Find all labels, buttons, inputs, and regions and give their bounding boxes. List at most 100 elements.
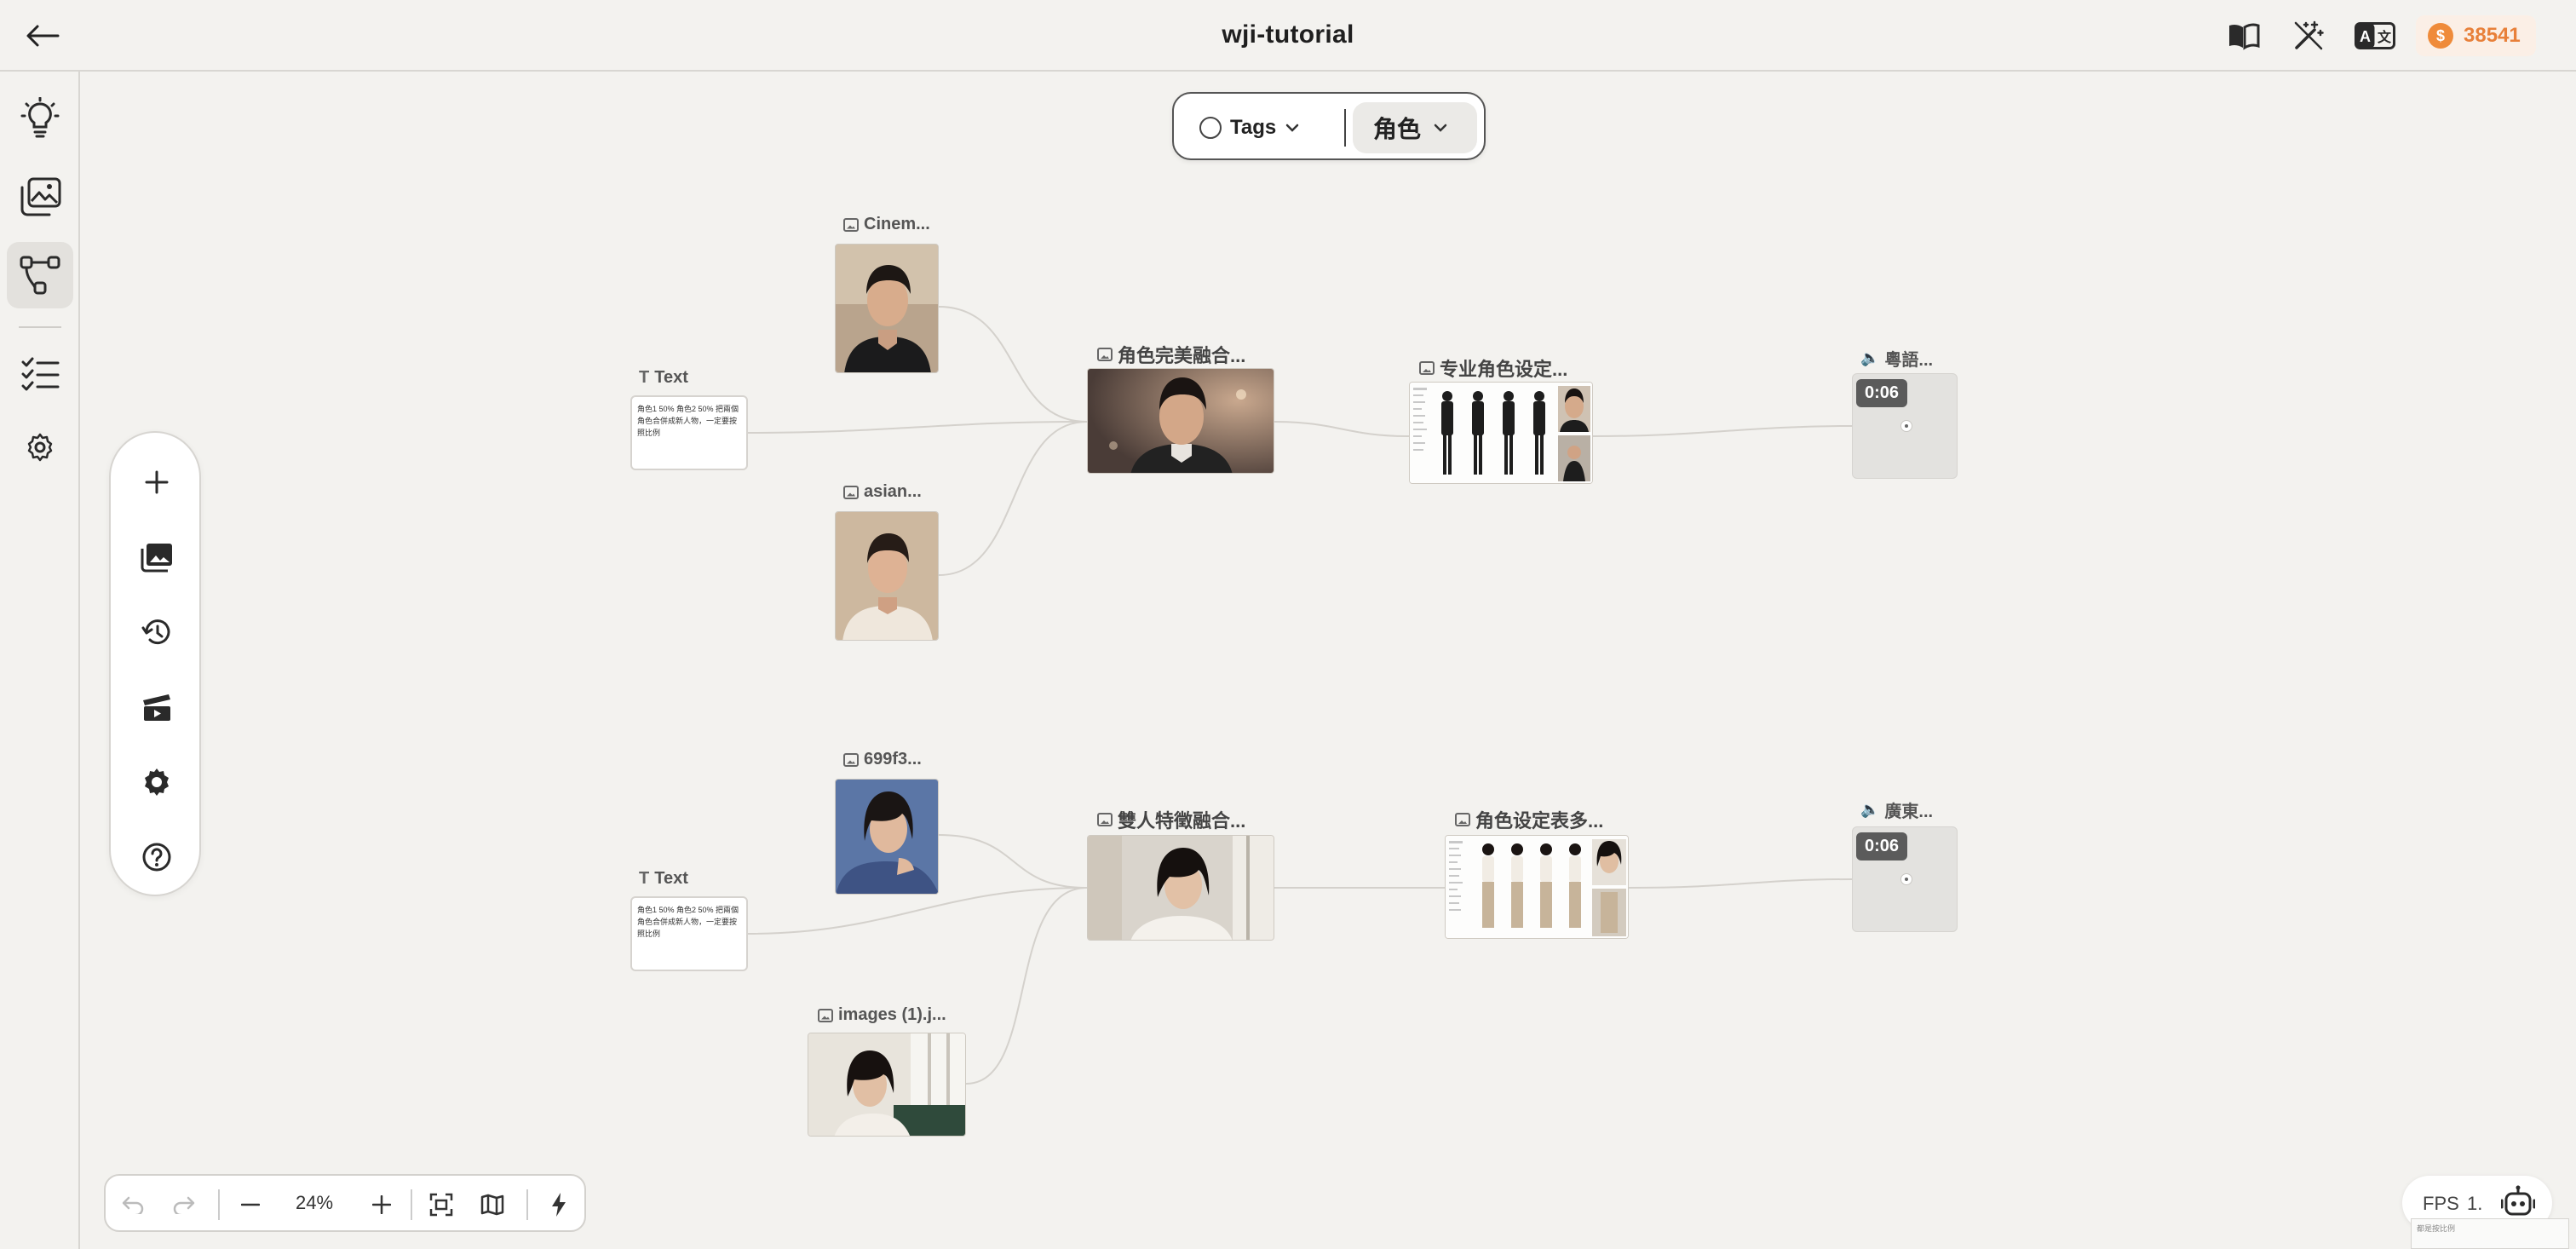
audio-node-2[interactable]: 0:06 xyxy=(1852,826,1958,932)
redo-icon xyxy=(173,1196,195,1214)
zoom-out-button[interactable] xyxy=(232,1186,269,1223)
rail-item-gallery[interactable] xyxy=(7,164,73,230)
character-sheet-image xyxy=(1446,836,1628,938)
portrait-man-sweater-image xyxy=(836,512,938,640)
node-label-audio-1[interactable]: 🔈 粵語... xyxy=(1860,346,1933,371)
magic-button[interactable] xyxy=(2288,17,2329,55)
minimap-button[interactable] xyxy=(474,1186,511,1223)
play-handle[interactable] xyxy=(1900,873,1912,885)
character-sheet-image xyxy=(1410,383,1592,483)
text-type-icon: T xyxy=(639,368,650,387)
gear-icon xyxy=(27,433,53,462)
rail-item-tasks[interactable] xyxy=(7,341,73,407)
toolbar-separator xyxy=(218,1189,220,1220)
tag-filter: Tags 角色 xyxy=(1172,92,1486,160)
image-node-699f3[interactable] xyxy=(835,779,939,895)
magic-wand-icon xyxy=(2294,20,2324,50)
rail-item-settings[interactable] xyxy=(7,414,73,481)
bottom-toolbar: 24% xyxy=(104,1174,586,1232)
svg-text:A: A xyxy=(2360,28,2371,45)
image-icon xyxy=(818,1008,833,1022)
image-icon xyxy=(1419,361,1435,375)
assistant-button[interactable] xyxy=(2489,1172,2547,1230)
lightning-icon xyxy=(552,1193,566,1217)
portrait-man-merged-image xyxy=(1088,369,1274,473)
lightbulb-icon xyxy=(20,97,60,138)
category-label: 角色 xyxy=(1373,116,1422,142)
node-label-cinem[interactable]: Cinem... xyxy=(843,215,930,234)
image-icon xyxy=(843,485,859,499)
toolbar-separator xyxy=(411,1189,412,1220)
text-node-1[interactable]: 角色1 50% 角色2 50% 把兩個角色合併成新人物，一定要按照比例 xyxy=(630,395,748,470)
tags-dropdown[interactable]: Tags xyxy=(1199,111,1300,145)
back-button[interactable] xyxy=(24,19,61,53)
play-handle[interactable] xyxy=(1900,420,1912,432)
text-node-2[interactable]: 角色1 50% 角色2 50% 把兩個角色合併成新人物，一定要按照比例 xyxy=(630,896,748,971)
zoom-in-button[interactable] xyxy=(363,1186,400,1223)
checklist-icon xyxy=(21,357,60,391)
toolbar-separator xyxy=(526,1189,528,1220)
history-button[interactable] xyxy=(129,605,184,659)
robot-icon xyxy=(2501,1185,2535,1216)
chevron-down-icon xyxy=(1434,124,1447,132)
plus-icon xyxy=(145,470,169,494)
speaker-icon: 🔈 xyxy=(1860,349,1880,366)
node-label-merge-1[interactable]: 角色完美融合... xyxy=(1097,341,1245,368)
text-type-icon: T xyxy=(639,869,650,888)
node-label-asian[interactable]: asian... xyxy=(843,482,922,502)
node-label-sheet-1[interactable]: 专业角色设定... xyxy=(1419,354,1567,382)
coin-count: 38541 xyxy=(2464,24,2521,47)
image-node-images1[interactable] xyxy=(808,1033,966,1137)
zoom-out-icon xyxy=(241,1203,260,1206)
audio-duration: 0:06 xyxy=(1856,832,1908,860)
undo-icon xyxy=(122,1196,144,1214)
help-icon xyxy=(142,843,171,872)
fit-view-button[interactable] xyxy=(423,1186,460,1223)
node-label-text-2[interactable]: T Text xyxy=(639,869,688,889)
image-icon xyxy=(1097,348,1113,361)
quick-action-button[interactable] xyxy=(540,1186,578,1223)
gallery-icon xyxy=(141,544,172,573)
node-label-sheet-2[interactable]: 角色设定表多... xyxy=(1455,806,1603,833)
image-node-merge-1[interactable] xyxy=(1087,368,1274,474)
help-button[interactable] xyxy=(129,830,184,884)
node-label-audio-2[interactable]: 🔈 廣東... xyxy=(1860,797,1933,822)
node-label-merge-2[interactable]: 雙人特徵融合... xyxy=(1097,806,1245,833)
category-dropdown[interactable]: 角色 xyxy=(1353,102,1477,153)
workflow-icon xyxy=(20,256,60,295)
docs-button[interactable] xyxy=(2223,17,2264,55)
image-node-merge-2[interactable] xyxy=(1087,835,1274,941)
settings-button[interactable] xyxy=(129,755,184,809)
image-node-cinem[interactable] xyxy=(835,244,939,373)
image-icon xyxy=(1455,813,1470,826)
image-node-sheet-2[interactable] xyxy=(1445,835,1629,939)
node-label-699f3[interactable]: 699f3... xyxy=(843,750,922,769)
undo-button[interactable] xyxy=(114,1186,152,1223)
video-button[interactable] xyxy=(129,680,184,734)
fps-value: 1. xyxy=(2467,1193,2483,1214)
image-node-asian[interactable] xyxy=(835,511,939,641)
node-label-text-1[interactable]: T Text xyxy=(639,368,688,388)
app-header: wji-tutorial A文 $ 38541 xyxy=(0,0,2576,72)
redo-button[interactable] xyxy=(165,1186,203,1223)
rail-item-workflow[interactable] xyxy=(7,242,73,308)
rail-divider xyxy=(19,326,61,328)
chevron-down-icon xyxy=(1285,124,1299,132)
svg-text:文: 文 xyxy=(2378,29,2392,45)
coin-balance[interactable]: $ 38541 xyxy=(2416,15,2536,56)
image-node-sheet-1[interactable] xyxy=(1409,382,1593,484)
language-button[interactable]: A文 xyxy=(2355,17,2395,55)
clapperboard-icon xyxy=(143,694,170,721)
audio-node-1[interactable]: 0:06 xyxy=(1852,373,1958,479)
gallery-button[interactable] xyxy=(129,530,184,584)
add-node-button[interactable] xyxy=(129,455,184,509)
image-icon xyxy=(1097,813,1113,826)
node-connections xyxy=(747,306,1853,1085)
tags-label: Tags xyxy=(1230,116,1277,139)
fps-label: FPS xyxy=(2423,1193,2459,1214)
rail-item-ideas[interactable] xyxy=(7,85,73,152)
node-label-images1[interactable]: images (1).j... xyxy=(818,1005,946,1025)
zoom-level[interactable]: 24% xyxy=(267,1192,361,1214)
image-icon xyxy=(843,217,859,232)
zoom-in-icon xyxy=(372,1195,391,1214)
